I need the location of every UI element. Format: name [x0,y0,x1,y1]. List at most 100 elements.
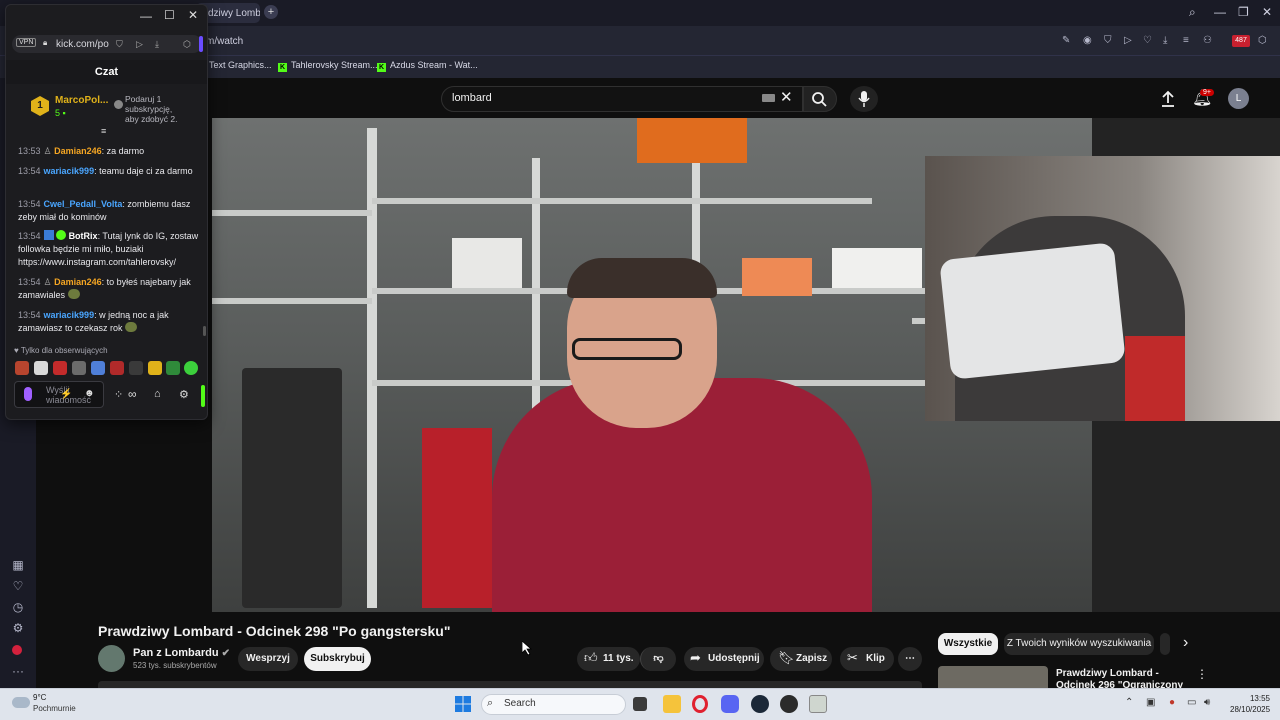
search-input[interactable] [441,86,803,112]
workspaces-icon[interactable]: ▦ [10,558,26,572]
gift-promo-text[interactable]: Podaruj 1 subskrypcję, aby zdobyć 2. [125,94,187,124]
chip-next-partial[interactable] [1160,633,1170,655]
cube-icon[interactable]: ⬡ [1258,35,1267,46]
popup-restore-icon[interactable]: ☐ [164,8,175,22]
search-tabs-icon[interactable]: ⌕ [1189,5,1196,20]
popup-close-icon[interactable]: ✕ [188,8,198,22]
popup-download-icon[interactable]: ⤓ [155,39,159,50]
app-window-icon[interactable] [809,695,827,713]
popup-cube-icon[interactable]: ⬡ [183,39,191,50]
gif-icon[interactable]: ⚡ [60,389,72,400]
cloud-icon[interactable] [12,697,30,708]
emote-6[interactable] [110,361,124,375]
weather-temperature[interactable]: 9°C [33,693,46,702]
heart-icon[interactable]: ♡ [1143,35,1152,46]
tray-app-icon[interactable]: ▣ [1146,697,1155,708]
menu-icon[interactable]: ≡ [1183,35,1189,46]
emote-9[interactable] [166,361,180,375]
dislike-button[interactable]: 👎︎ [640,647,676,671]
shield-icon[interactable]: ⛉ [1104,35,1112,46]
bookmark-icon: 🔖︎ [778,650,795,665]
obs-icon[interactable] [780,695,798,713]
recommended-thumbnail[interactable] [938,666,1048,688]
clear-search-icon[interactable]: ✕ [780,88,793,106]
task-view-icon[interactable] [633,697,647,711]
channel-avatar[interactable] [98,645,125,672]
weather-description[interactable]: Pochmurnie [33,704,76,713]
tray-mic-icon[interactable]: ● [1169,697,1175,708]
close-window-icon[interactable]: ✕ [1262,5,1272,19]
pinned-user-name[interactable]: MarcoPol... [55,95,108,106]
profile-icon[interactable]: ⚇ [1203,35,1212,46]
like-icon: 👍︎ [584,650,598,665]
chip-all[interactable]: Wszystkie [938,633,998,655]
taskbar-search-box[interactable] [481,694,626,715]
description-box[interactable] [98,681,922,688]
more-icon[interactable]: ··· [10,664,26,678]
popup-play-icon[interactable]: ▷ [136,39,143,50]
emote-3[interactable] [53,361,67,375]
gift-icon: ▪ [62,108,66,118]
extension-badge[interactable]: 487 [1232,35,1250,47]
tray-chevron-icon[interactable]: ⌃ [1125,697,1133,708]
emote-5[interactable] [91,361,105,375]
emoji-picker-icon[interactable]: ☻ [84,388,95,399]
camera-icon[interactable]: ◉ [1083,35,1092,46]
send-button[interactable] [201,385,205,407]
favorites-icon[interactable]: ♡ [10,579,26,593]
emote-4[interactable] [72,361,86,375]
restore-icon[interactable]: ❐ [1238,5,1249,19]
opera-icon[interactable] [692,695,708,713]
url-field[interactable]: m/watch [206,36,243,47]
drops-icon[interactable]: ⁘ [114,388,123,401]
bookmark-1[interactable]: Text Graphics... [209,60,272,70]
chat-message: 13:54 Cwel_Pedall_Volta: zombiemu dasz ze… [18,199,191,222]
lock-icon: 🔒︎ [43,38,48,47]
windows-start-icon[interactable] [455,696,471,712]
play-icon[interactable]: ▷ [1124,35,1132,46]
bookmark-2[interactable]: K Tahlerovsky Stream... [278,60,378,72]
heart-icon: ♥ [14,346,19,355]
chat-settings-icon[interactable]: ⚙ [179,388,189,401]
recommended-more-icon[interactable]: ⋮ [1196,667,1208,681]
popup-shield-icon[interactable]: ⛉ [116,39,123,50]
emote-7[interactable] [129,361,143,375]
account-avatar[interactable]: L [1228,88,1249,109]
emote-icon [67,289,80,299]
chat-scrollbar[interactable] [203,326,206,336]
emote-1[interactable] [15,361,29,375]
infinity-icon[interactable]: ∞ [128,387,137,401]
ublock-icon[interactable] [12,645,22,655]
edit-icon[interactable]: ✎ [1062,35,1070,46]
chat-header: Czat [6,60,207,84]
steam-icon[interactable] [751,695,769,713]
expand-pinned-icon[interactable]: ≡ [101,126,106,136]
upload-icon[interactable] [1160,90,1176,108]
download-icon[interactable]: ⤓ [1163,35,1167,46]
bookmark-3[interactable]: K Azdus Stream - Wat... [377,60,478,72]
support-button[interactable]: Wesprzyj [238,647,298,671]
chip-from-search[interactable]: Z Twoich wyników wyszukiwania [1004,633,1154,655]
subscribe-button[interactable]: Subskrybuj [304,647,371,671]
file-explorer-icon[interactable] [663,695,681,713]
network-icon[interactable]: ▭ [1187,697,1196,708]
discord-icon[interactable] [721,695,739,713]
history-icon[interactable]: ◷ [10,600,26,614]
keyboard-icon[interactable] [762,94,775,102]
chevron-right-icon[interactable]: › [1183,634,1188,652]
new-tab-button[interactable]: + [264,5,278,19]
emote-10[interactable] [184,361,198,375]
channel-name[interactable]: Pan z Lombardu ✔ [133,647,230,659]
emote-8[interactable] [148,361,162,375]
kick-icon: K [377,63,386,72]
taskbar-clock[interactable]: 13:55 28/10/2025 [1230,693,1270,715]
mic-input-icon[interactable] [24,387,32,401]
more-actions-button[interactable]: ⋯ [898,647,922,671]
vpn-badge[interactable]: VPN [16,38,37,47]
store-icon[interactable]: ⌂ [154,388,161,400]
emote-2[interactable] [34,361,48,375]
popup-minimize-icon[interactable]: — [140,9,152,23]
settings-icon[interactable]: ⚙ [10,621,26,635]
minimize-icon[interactable]: — [1214,5,1226,19]
volume-icon[interactable]: 🔊︎ [1204,697,1210,708]
